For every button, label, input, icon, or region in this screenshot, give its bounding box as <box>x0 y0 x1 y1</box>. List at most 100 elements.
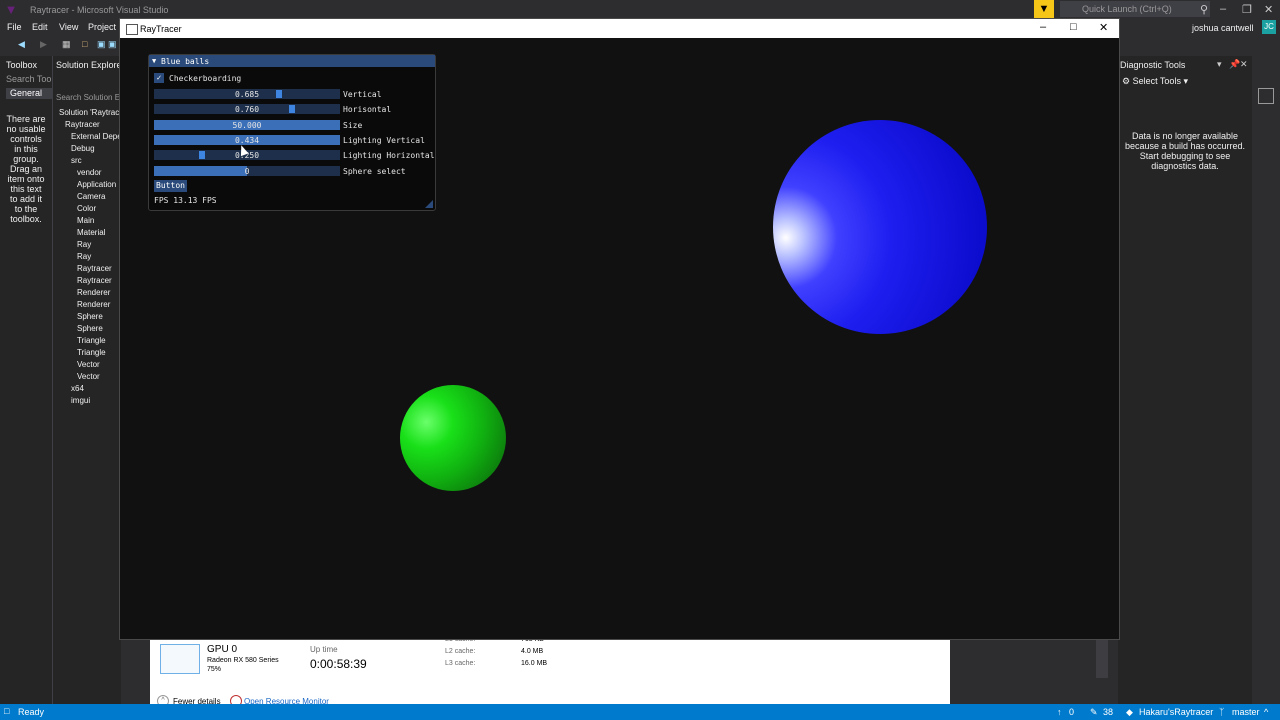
new-project-icon[interactable]: ▦ <box>62 39 71 50</box>
tree-item[interactable]: src <box>71 156 82 168</box>
slider-label: Horisontal <box>343 105 392 114</box>
tree-item[interactable]: imgui <box>71 396 90 408</box>
menu-project[interactable]: Project <box>88 22 116 32</box>
tree-item[interactable]: Triangle <box>77 348 106 360</box>
tree-item-label: Sphere <box>77 312 103 321</box>
unpushed-count[interactable]: 0 <box>1069 707 1074 717</box>
tree-item[interactable]: Vector <box>77 372 100 384</box>
close-panel-icon[interactable]: ✕ <box>1240 59 1248 70</box>
pencil-icon[interactable]: ✎ <box>1090 707 1098 718</box>
tree-item[interactable]: Sphere <box>77 324 103 336</box>
fps-counter: FPS 13.13 FPS <box>154 196 217 205</box>
toolbox-empty-message: There are no usable controls in this gro… <box>6 114 46 224</box>
open-file-icon[interactable]: □ <box>82 39 87 49</box>
select-tools-label: Select Tools <box>1132 76 1181 86</box>
imgui-button[interactable]: Button <box>154 180 187 192</box>
tree-item[interactable]: Debug <box>71 144 95 156</box>
branch-icon[interactable]: ᛉ <box>1219 707 1224 717</box>
raytracer-titlebar[interactable]: RayTracer – □ ✕ <box>120 19 1119 38</box>
branch-name[interactable]: master <box>1232 707 1260 717</box>
imgui-title: Blue balls <box>161 57 210 66</box>
tree-item[interactable]: Material <box>77 228 105 240</box>
tree-item-label: Triangle <box>77 348 106 357</box>
close-button[interactable]: ✕ <box>1264 3 1273 16</box>
chevron-up-icon[interactable]: ^ <box>1264 707 1268 717</box>
tree-item[interactable]: Color <box>77 204 96 216</box>
tree-item[interactable]: Raytracer <box>65 120 100 132</box>
user-name[interactable]: joshua cantwell <box>1192 23 1254 33</box>
status-icon: □ <box>4 706 10 716</box>
properties-icon[interactable] <box>1258 88 1274 104</box>
tree-item[interactable]: vendor <box>77 168 101 180</box>
l2-cache-value: 4.0 MB <box>521 648 544 655</box>
slider-sphere-select[interactable]: 0 <box>154 166 340 176</box>
tree-item[interactable]: Sphere <box>77 312 103 324</box>
rt-maximize-button[interactable]: □ <box>1070 21 1077 33</box>
tree-item[interactable]: x64 <box>71 384 84 396</box>
toolbox-search-input[interactable]: Search Toolbox <box>6 74 52 84</box>
collapse-arrow-icon[interactable]: ▼ <box>152 57 156 65</box>
restore-button[interactable]: ❐ <box>1242 3 1252 16</box>
save-icon[interactable]: ▣ <box>97 39 106 50</box>
auto-hide-pin-icon[interactable]: 📌 <box>1229 59 1240 70</box>
solution-explorer-search[interactable]: Search Solution Explorer <box>56 93 120 102</box>
save-all-icon[interactable]: ▣ <box>108 39 117 50</box>
toolbox-group-general[interactable]: General <box>6 88 54 99</box>
menu-view[interactable]: View <box>59 22 78 32</box>
repository-name[interactable]: Hakaru'sRaytracer <box>1139 707 1213 717</box>
slider-horisontal[interactable]: 0.760 <box>154 104 340 114</box>
slider-vertical[interactable]: 0.685 <box>154 89 340 99</box>
quick-launch-input[interactable]: Quick Launch (Ctrl+Q) <box>1060 1 1210 17</box>
menu-edit[interactable]: Edit <box>32 22 48 32</box>
tree-item[interactable]: Raytracer <box>77 264 112 276</box>
slider-lighting-vertical[interactable]: 0.434 <box>154 135 340 145</box>
raytracer-title: RayTracer <box>140 24 182 34</box>
vs-window-title: Raytracer - Microsoft Visual Studio <box>30 5 169 15</box>
slider-label: Sphere select <box>343 167 406 176</box>
search-icon[interactable]: ⚲ <box>1200 3 1208 16</box>
select-tools-dropdown[interactable]: ⚙ Select Tools ▾ <box>1122 76 1188 87</box>
toolbox-group-label: General <box>10 88 43 98</box>
vs-toolbar: ◀ ▶ ▦ □ ▣ ▣ <box>0 36 120 54</box>
back-icon[interactable]: ◀ <box>18 39 25 50</box>
tree-item[interactable]: Raytracer <box>77 276 112 288</box>
tree-item[interactable]: Ray <box>77 240 91 252</box>
tree-item[interactable]: Triangle <box>77 336 106 348</box>
slider-size[interactable]: 50.000 <box>154 120 340 130</box>
output-scrollbar[interactable] <box>1096 638 1108 678</box>
l3-cache-label: L3 cache: <box>445 660 476 667</box>
tree-item-label: Debug <box>71 144 95 153</box>
pending-changes-count[interactable]: 38 <box>1103 707 1113 717</box>
slider-value: 50.000 <box>232 121 262 130</box>
feedback-filter-icon[interactable]: ▼ <box>1034 0 1054 18</box>
menu-file[interactable]: File <box>7 22 22 32</box>
tree-item-label: Vector <box>77 372 100 381</box>
forward-icon[interactable]: ▶ <box>40 39 47 50</box>
tree-item[interactable]: Application <box>77 180 116 192</box>
tree-item[interactable]: Renderer <box>77 288 110 300</box>
tree-item[interactable]: Renderer <box>77 300 110 312</box>
checkbox-label: Checkerboarding <box>169 74 242 83</box>
resize-grip[interactable] <box>425 200 433 208</box>
tree-item-label: Raytracer <box>65 120 100 129</box>
rt-minimize-button[interactable]: – <box>1040 21 1046 33</box>
gpu-graph-thumbnail[interactable] <box>160 644 200 674</box>
rt-close-button[interactable]: ✕ <box>1099 21 1108 34</box>
tree-item[interactable]: Vector <box>77 360 100 372</box>
arrow-up-icon[interactable]: ↑ <box>1057 707 1062 717</box>
tree-item[interactable]: Solution 'Raytracer' <box>59 108 128 120</box>
repo-icon[interactable]: ◆ <box>1126 707 1133 718</box>
minimize-button[interactable]: – <box>1220 3 1226 15</box>
avatar[interactable]: JC <box>1262 20 1276 34</box>
window-icon <box>126 24 138 35</box>
gpu-model: Radeon RX 580 Series <box>207 657 279 664</box>
imgui-panel[interactable]: ▼ Blue balls ✓ Checkerboarding Button FP… <box>148 54 436 211</box>
pin-icon[interactable]: ▾ <box>1217 59 1222 70</box>
tree-item[interactable]: Ray <box>77 252 91 264</box>
toolbox-header: Toolbox <box>6 60 38 70</box>
l2-cache-label: L2 cache: <box>445 648 476 655</box>
checkerboarding-checkbox[interactable]: ✓ <box>154 73 164 83</box>
tree-item[interactable]: Camera <box>77 192 105 204</box>
tree-item-label: Renderer <box>77 288 111 297</box>
tree-item[interactable]: Main <box>77 216 94 228</box>
